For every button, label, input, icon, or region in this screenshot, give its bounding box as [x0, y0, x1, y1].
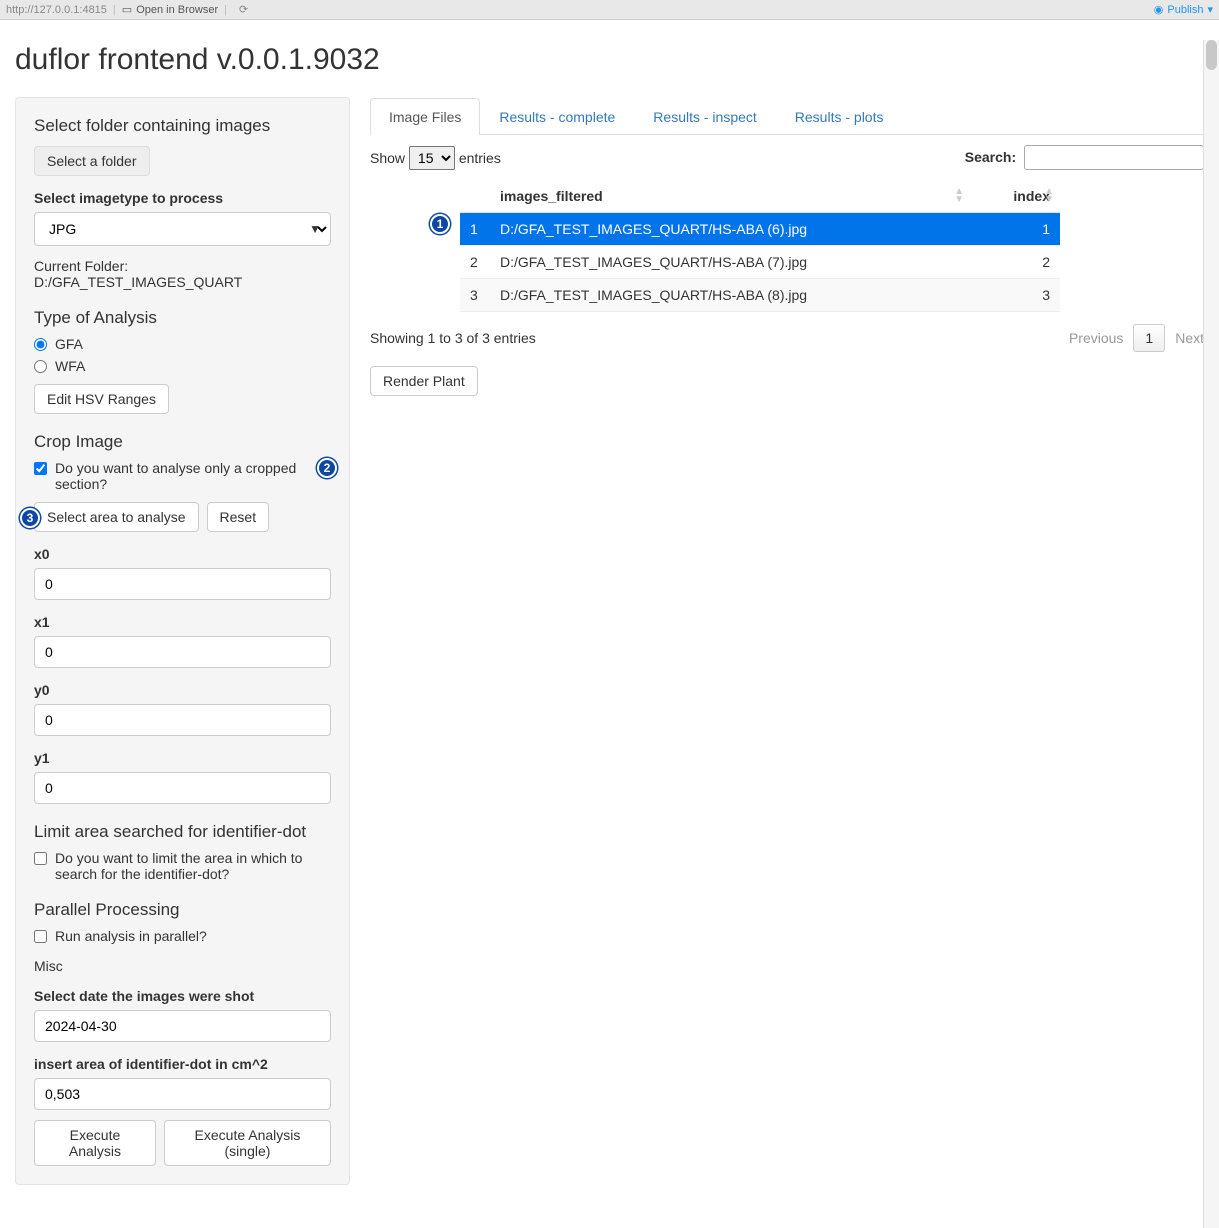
- execute-analysis-single-button[interactable]: Execute Analysis (single): [164, 1120, 331, 1166]
- settings-sidebar: Select folder containing images Select a…: [15, 97, 350, 1185]
- folder-section-head: Select folder containing images: [34, 116, 331, 136]
- x0-label: x0: [34, 546, 331, 562]
- table-row[interactable]: 1 D:/GFA_TEST_IMAGES_QUART/HS-ABA (6).jp…: [460, 213, 1060, 246]
- render-plant-button[interactable]: Render Plant: [370, 366, 478, 396]
- sort-icon: ▲▼: [1044, 188, 1054, 204]
- next-button[interactable]: Next: [1175, 330, 1204, 346]
- vertical-scrollbar[interactable]: [1203, 40, 1219, 1228]
- reset-button[interactable]: Reset: [207, 502, 270, 532]
- scrollbar-thumb[interactable]: [1206, 40, 1217, 70]
- pagination: Previous 1 Next: [1069, 324, 1204, 352]
- date-input[interactable]: [34, 1010, 331, 1042]
- tab-results-plots[interactable]: Results - plots: [776, 98, 903, 135]
- edit-hsv-button[interactable]: Edit HSV Ranges: [34, 384, 169, 414]
- gfa-radio[interactable]: [34, 338, 47, 351]
- limit-checkbox-label: Do you want to limit the area in which t…: [55, 850, 331, 882]
- tabset: Image Files Results - complete Results -…: [370, 97, 1204, 135]
- x0-input[interactable]: [34, 568, 331, 600]
- publish-icon: ◉: [1154, 3, 1164, 16]
- imagetype-label: Select imagetype to process: [34, 190, 331, 206]
- imagetype-select[interactable]: JPG: [34, 212, 331, 246]
- y1-input[interactable]: [34, 772, 331, 804]
- open-in-browser-label: Open in Browser: [136, 4, 218, 16]
- tab-image-files[interactable]: Image Files: [370, 98, 480, 135]
- sort-icon: ▲▼: [954, 188, 964, 204]
- analysis-type-head: Type of Analysis: [34, 308, 331, 328]
- crop-checkbox[interactable]: [34, 462, 47, 475]
- prev-button[interactable]: Previous: [1069, 330, 1123, 346]
- current-folder-value: D:/GFA_TEST_IMAGES_QUART: [34, 274, 331, 290]
- crop-head: Crop Image: [34, 432, 331, 452]
- main-panel: Image Files Results - complete Results -…: [370, 97, 1204, 396]
- parallel-checkbox[interactable]: [34, 930, 47, 943]
- gfa-radio-label: GFA: [55, 336, 83, 352]
- area-label: insert area of identifier-dot in cm^2: [34, 1056, 331, 1072]
- open-in-browser-button[interactable]: ▭ Open in Browser: [122, 3, 218, 16]
- table-info: Showing 1 to 3 of 3 entries: [370, 330, 536, 346]
- table-row[interactable]: 2 D:/GFA_TEST_IMAGES_QUART/HS-ABA (7).jp…: [460, 246, 1060, 279]
- images-table: images_filtered ▲▼ index ▲▼ 1 D: [460, 180, 1060, 312]
- wfa-radio[interactable]: [34, 360, 47, 373]
- misc-head: Misc: [34, 958, 331, 974]
- show-label: Show: [370, 150, 405, 166]
- y0-label: y0: [34, 682, 331, 698]
- x1-label: x1: [34, 614, 331, 630]
- crop-checkbox-label: Do you want to analyse only a cropped se…: [55, 460, 331, 492]
- entries-label: entries: [459, 150, 501, 166]
- browser-toolbar: http://127.0.0.1:4815 | ▭ Open in Browse…: [0, 0, 1219, 20]
- parallel-head: Parallel Processing: [34, 900, 331, 920]
- table-header-images[interactable]: images_filtered ▲▼: [490, 180, 970, 213]
- tab-results-inspect[interactable]: Results - inspect: [634, 98, 775, 135]
- limit-checkbox[interactable]: [34, 852, 47, 865]
- tab-results-complete[interactable]: Results - complete: [480, 98, 634, 135]
- select-folder-button[interactable]: Select a folder: [34, 146, 150, 176]
- x1-input[interactable]: [34, 636, 331, 668]
- page-1-button[interactable]: 1: [1133, 324, 1165, 352]
- search-label: Search:: [965, 149, 1016, 165]
- publish-label: Publish: [1167, 4, 1203, 16]
- url-display: http://127.0.0.1:4815: [6, 4, 107, 16]
- chevron-down-icon: ▾: [1207, 3, 1213, 16]
- wfa-radio-label: WFA: [55, 358, 85, 374]
- reload-icon[interactable]: ⟳: [239, 3, 248, 16]
- date-label: Select date the images were shot: [34, 988, 331, 1004]
- limit-head: Limit area searched for identifier-dot: [34, 822, 331, 842]
- area-input[interactable]: [34, 1078, 331, 1110]
- app-title: duflor frontend v.0.0.1.9032: [15, 43, 1204, 77]
- y1-label: y1: [34, 750, 331, 766]
- current-folder-label: Current Folder:: [34, 258, 331, 274]
- annotation-1: 1: [430, 214, 450, 234]
- y0-input[interactable]: [34, 704, 331, 736]
- select-area-button[interactable]: Select area to analyse: [34, 502, 199, 532]
- publish-button[interactable]: ◉ Publish ▾: [1154, 3, 1213, 16]
- table-header-index[interactable]: index ▲▼: [970, 180, 1060, 213]
- entries-select[interactable]: 15: [409, 146, 455, 170]
- table-row[interactable]: 3 D:/GFA_TEST_IMAGES_QUART/HS-ABA (8).jp…: [460, 279, 1060, 312]
- execute-analysis-button[interactable]: Execute Analysis: [34, 1120, 156, 1166]
- table-header-rownum[interactable]: [460, 180, 490, 213]
- search-input[interactable]: [1024, 145, 1204, 170]
- window-icon: ▭: [122, 3, 132, 16]
- parallel-checkbox-label: Run analysis in parallel?: [55, 928, 331, 944]
